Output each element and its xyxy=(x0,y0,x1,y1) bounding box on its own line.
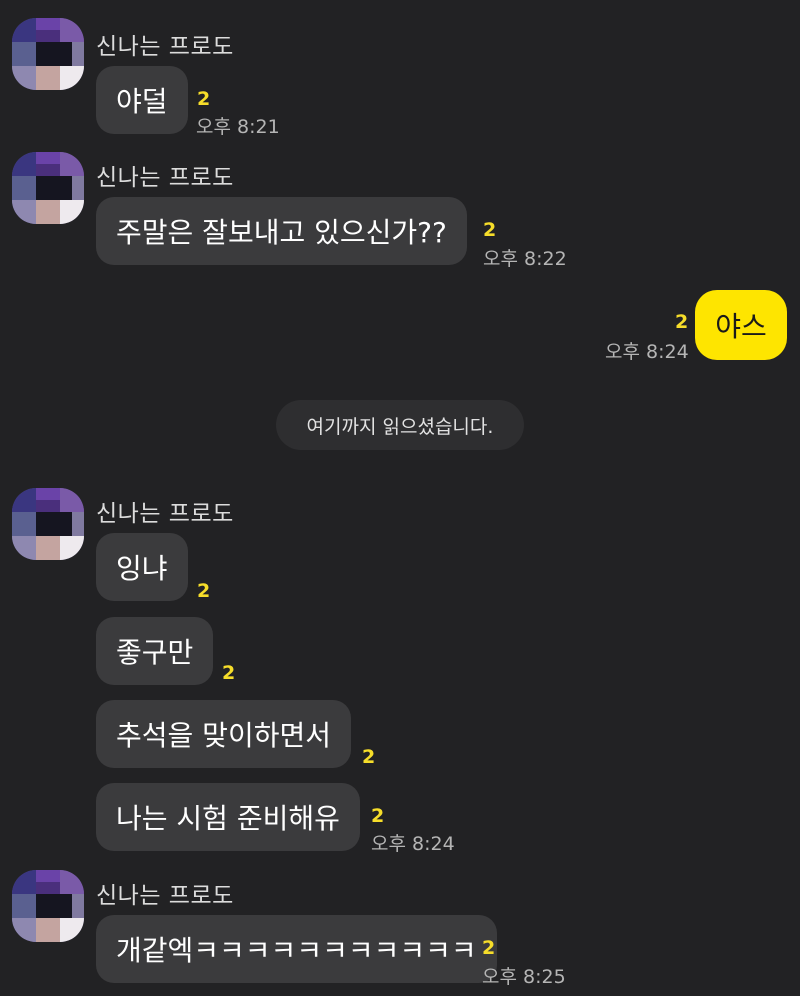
unread-count: 2 xyxy=(362,746,376,768)
message-bubble[interactable]: 개같엑ㅋㅋㅋㅋㅋㅋㅋㅋㅋㅋㅋ xyxy=(96,915,497,983)
message-bubble[interactable]: 좋구만 xyxy=(96,617,214,685)
message-bubble[interactable]: 추석을 맞이하면서 xyxy=(96,700,351,768)
message-time: 오후 8:24 xyxy=(371,833,455,855)
friend-avatar[interactable] xyxy=(12,870,84,942)
message-bubble[interactable]: 잉냐 xyxy=(96,533,188,601)
unread-count: 2 xyxy=(483,219,497,241)
message-bubble[interactable]: 야덜 xyxy=(96,66,188,134)
read-marker: 여기까지 읽으셨습니다. xyxy=(276,400,524,450)
friend-avatar[interactable] xyxy=(12,18,84,90)
message-time: 오후 8:25 xyxy=(482,966,566,988)
message-bubble[interactable]: 나는 시험 준비해유 xyxy=(96,783,360,851)
message-time: 오후 8:24 xyxy=(605,341,689,363)
sender-name: 신나는 프로도 xyxy=(96,501,234,527)
message-bubble[interactable]: 주말은 잘보내고 있으신가?? xyxy=(96,197,467,265)
friend-avatar[interactable] xyxy=(12,152,84,224)
sender-name: 신나는 프로도 xyxy=(96,34,234,60)
unread-count: 2 xyxy=(675,311,689,333)
message-time: 오후 8:21 xyxy=(196,116,280,138)
sender-name: 신나는 프로도 xyxy=(96,883,234,909)
sender-name: 신나는 프로도 xyxy=(96,165,234,191)
unread-count: 2 xyxy=(197,580,211,602)
unread-count: 2 xyxy=(197,88,211,110)
my-message-bubble[interactable]: 야스 xyxy=(695,290,787,360)
unread-count: 2 xyxy=(222,662,236,684)
message-time: 오후 8:22 xyxy=(483,248,567,270)
unread-count: 2 xyxy=(482,937,496,959)
unread-count: 2 xyxy=(371,805,385,827)
friend-avatar[interactable] xyxy=(12,488,84,560)
